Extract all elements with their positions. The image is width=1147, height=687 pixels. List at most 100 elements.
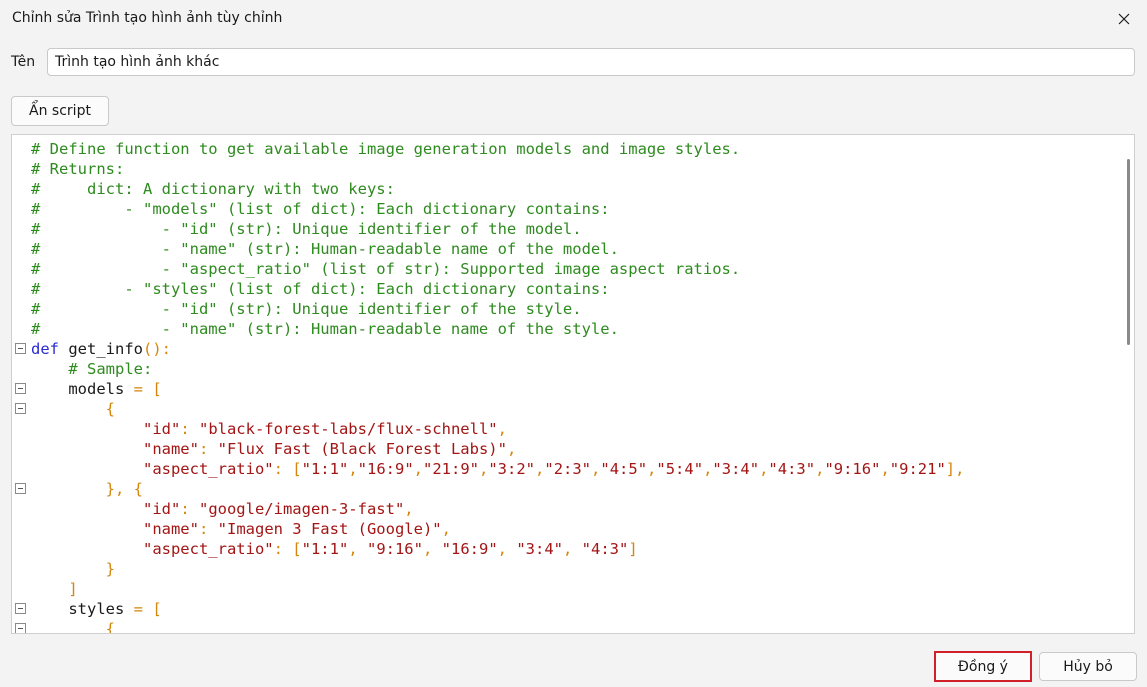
code-token: : bbox=[198, 520, 218, 538]
code-token: : bbox=[180, 500, 199, 518]
code-token: "id" bbox=[142, 420, 181, 438]
code-line: { bbox=[12, 619, 1120, 634]
code-token: , bbox=[413, 460, 423, 478]
title-bar: Chỉnh sửa Trình tạo hình ảnh tùy chỉnh bbox=[0, 0, 1147, 38]
code-token: "black-forest-labs/flux-schnell" bbox=[198, 420, 498, 438]
code-token: def bbox=[31, 340, 59, 358]
code-token: , bbox=[348, 540, 367, 558]
ok-button[interactable]: Đồng ý bbox=[934, 651, 1032, 682]
vertical-scrollbar[interactable] bbox=[1120, 135, 1134, 633]
code-line: # Returns: bbox=[12, 159, 1120, 179]
code-line: "id": "google/imagen-3-fast", bbox=[12, 499, 1120, 519]
code-token: "1:1" bbox=[301, 460, 349, 478]
code-token: (): bbox=[143, 340, 171, 358]
code-token: models bbox=[31, 380, 134, 398]
code-token: get_info bbox=[59, 340, 143, 358]
code-line: } bbox=[12, 559, 1120, 579]
script-editor[interactable]: # Define function to get available image… bbox=[11, 134, 1135, 634]
code-line: "name": "Imagen 3 Fast (Google)", bbox=[12, 519, 1120, 539]
code-token: "4:3" bbox=[768, 460, 816, 478]
code-token: # Sample: bbox=[68, 360, 153, 378]
code-token: : [ bbox=[273, 540, 302, 558]
code-token: , bbox=[703, 460, 713, 478]
code-token: "5:4" bbox=[656, 460, 704, 478]
fold-toggle-icon[interactable] bbox=[15, 603, 26, 614]
code-token: "Flux Fast (Black Forest Labs)" bbox=[217, 440, 507, 458]
code-token: "4:3" bbox=[581, 540, 629, 558]
code-token: # - "name" (str): Human-readable name of… bbox=[31, 240, 619, 258]
code-token: , bbox=[563, 540, 582, 558]
code-token: # dict: A dictionary with two keys: bbox=[31, 180, 395, 198]
close-button[interactable] bbox=[1101, 0, 1147, 38]
cancel-button[interactable]: Hủy bỏ bbox=[1039, 652, 1137, 681]
code-line: models = [ bbox=[12, 379, 1120, 399]
fold-toggle-icon[interactable] bbox=[15, 383, 26, 394]
code-token: "9:21" bbox=[889, 460, 946, 478]
code-token: ] bbox=[68, 580, 78, 598]
close-icon bbox=[1118, 13, 1130, 25]
fold-toggle-icon[interactable] bbox=[15, 483, 26, 494]
code-token: "1:1" bbox=[301, 540, 349, 558]
code-line: { bbox=[12, 399, 1120, 419]
code-token: "name" bbox=[142, 440, 199, 458]
code-token: "2:3" bbox=[544, 460, 592, 478]
code-token: "3:2" bbox=[488, 460, 536, 478]
code-token: "16:9" bbox=[441, 540, 498, 558]
name-input[interactable] bbox=[47, 48, 1135, 76]
code-token: # - "styles" (list of dict): Each dictio… bbox=[31, 280, 610, 298]
code-token: ] bbox=[628, 540, 638, 558]
code-line: # dict: A dictionary with two keys: bbox=[12, 179, 1120, 199]
code-token: ], bbox=[945, 460, 965, 478]
code-token: = [ bbox=[133, 600, 162, 618]
code-token: # Returns: bbox=[31, 160, 125, 178]
code-token: "aspect_ratio" bbox=[142, 540, 274, 558]
code-token: , bbox=[422, 540, 442, 558]
code-token: , bbox=[404, 500, 414, 518]
code-token: { bbox=[105, 620, 115, 634]
code-line: styles = [ bbox=[12, 599, 1120, 619]
code-line: "aspect_ratio": ["1:1", "9:16", "16:9", … bbox=[12, 539, 1120, 559]
code-token: , bbox=[479, 460, 489, 478]
hide-script-button[interactable]: Ẩn script bbox=[11, 96, 109, 126]
code-line: # - "models" (list of dict): Each dictio… bbox=[12, 199, 1120, 219]
window-title: Chỉnh sửa Trình tạo hình ảnh tùy chỉnh bbox=[12, 10, 283, 26]
code-line: }, { bbox=[12, 479, 1120, 499]
code-line: # - "aspect_ratio" (list of str): Suppor… bbox=[12, 259, 1120, 279]
code-line: # Sample: bbox=[12, 359, 1120, 379]
code-line: # - "name" (str): Human-readable name of… bbox=[12, 239, 1120, 259]
code-token: , bbox=[880, 460, 890, 478]
code-token: "9:16" bbox=[824, 460, 881, 478]
code-line: # - "name" (str): Human-readable name of… bbox=[12, 319, 1120, 339]
code-token: , bbox=[506, 440, 517, 458]
code-token: : bbox=[180, 420, 199, 438]
fold-toggle-icon[interactable] bbox=[15, 343, 26, 354]
code-line: "aspect_ratio": ["1:1","16:9","21:9","3:… bbox=[12, 459, 1120, 479]
name-label: Tên bbox=[11, 54, 36, 70]
code-token: # - "id" (str): Unique identifier of the… bbox=[31, 300, 582, 318]
code-area[interactable]: # Define function to get available image… bbox=[12, 139, 1120, 634]
scrollbar-thumb[interactable] bbox=[1127, 159, 1130, 345]
code-token: }, { bbox=[105, 480, 143, 498]
code-token: "16:9" bbox=[357, 460, 414, 478]
fold-toggle-icon[interactable] bbox=[15, 403, 26, 414]
code-token: , bbox=[647, 460, 657, 478]
code-line: def get_info(): bbox=[12, 339, 1120, 359]
code-token: "9:16" bbox=[366, 540, 423, 558]
code-token: # Define function to get available image… bbox=[31, 140, 741, 158]
code-token: "Imagen 3 Fast (Google)" bbox=[217, 520, 442, 538]
code-token: = [ bbox=[133, 380, 162, 398]
code-line: # - "styles" (list of dict): Each dictio… bbox=[12, 279, 1120, 299]
fold-toggle-icon[interactable] bbox=[15, 623, 26, 633]
code-token: # - "aspect_ratio" (list of str): Suppor… bbox=[31, 260, 741, 278]
code-line: "id": "black-forest-labs/flux-schnell", bbox=[12, 419, 1120, 439]
code-line: # - "id" (str): Unique identifier of the… bbox=[12, 219, 1120, 239]
code-token: "4:5" bbox=[600, 460, 648, 478]
code-token: : bbox=[198, 440, 218, 458]
